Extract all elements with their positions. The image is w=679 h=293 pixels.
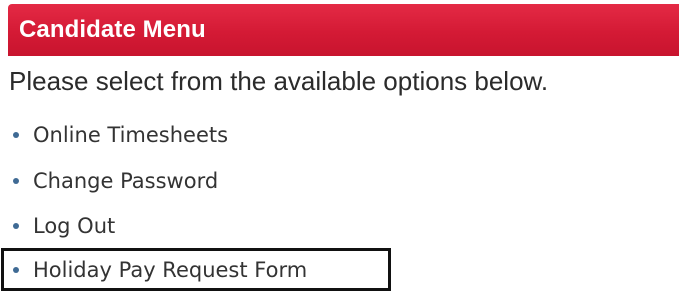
bullet-icon	[13, 223, 19, 229]
log-out-link[interactable]: Log Out	[33, 214, 115, 238]
list-item-change-password: Change Password	[13, 161, 218, 201]
bullet-icon	[13, 132, 19, 138]
candidate-menu-panel: Candidate Menu Please select from the av…	[0, 0, 679, 293]
panel-header: Candidate Menu	[8, 4, 679, 56]
list-item-log-out: Log Out	[13, 206, 115, 246]
panel-title: Candidate Menu	[19, 16, 206, 43]
bullet-icon	[13, 178, 19, 184]
intro-text: Please select from the available options…	[9, 66, 549, 96]
change-password-link[interactable]: Change Password	[33, 169, 218, 193]
list-item-online-timesheets: Online Timesheets	[13, 115, 228, 155]
online-timesheets-link[interactable]: Online Timesheets	[33, 123, 228, 147]
highlight-box	[1, 248, 391, 291]
